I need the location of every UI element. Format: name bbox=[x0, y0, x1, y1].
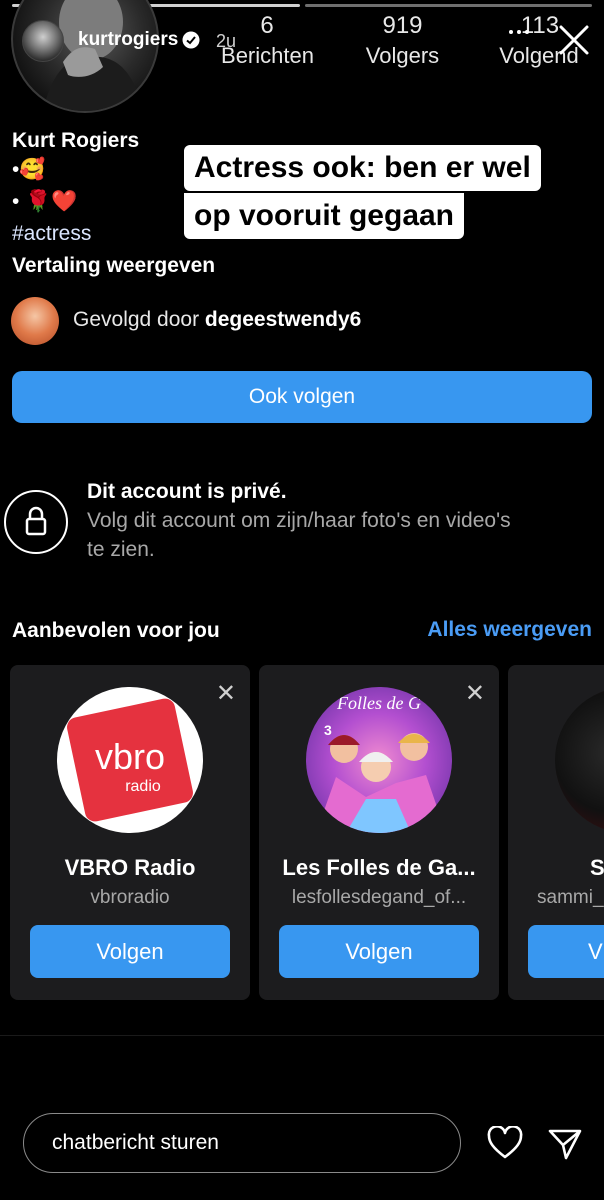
suggested-name[interactable]: VBRO Radio bbox=[10, 855, 250, 881]
suggested-username: sammi_ bbox=[537, 887, 604, 908]
followed-by-text[interactable]: Gevolgd door degeestwendy6 bbox=[73, 308, 361, 332]
private-lock-icon bbox=[4, 490, 68, 554]
chat-input-placeholder: chatbericht sturen bbox=[52, 1131, 219, 1154]
bio-line-2: • 🌹❤️ bbox=[12, 190, 78, 213]
bio-hashtag[interactable]: #actress bbox=[12, 222, 91, 246]
suggested-avatar[interactable]: Folles de G 3 bbox=[306, 687, 452, 833]
les-folles-poster-image: Folles de G 3 bbox=[316, 693, 446, 833]
chat-message-input[interactable]: chatbericht sturen bbox=[23, 1113, 461, 1173]
follow-button[interactable]: Volgen bbox=[30, 925, 230, 978]
see-all-link[interactable]: Alles weergeven bbox=[427, 618, 592, 642]
follower-avatar[interactable] bbox=[11, 297, 59, 345]
story-username[interactable]: kurtrogiers bbox=[78, 29, 200, 51]
stat-posts-count: 6 bbox=[260, 12, 274, 39]
vbro-logo-icon: vbro radio bbox=[67, 698, 193, 822]
poster-badge-text: 3 bbox=[324, 722, 332, 738]
story-progress-bar bbox=[305, 4, 592, 7]
send-message-icon[interactable] bbox=[548, 1128, 582, 1160]
private-description-line-2: te zien. bbox=[87, 538, 155, 561]
follow-button-label: V bbox=[588, 938, 603, 964]
like-heart-icon[interactable] bbox=[487, 1125, 523, 1160]
stat-followers-count[interactable]: 919 bbox=[360, 12, 445, 40]
bio-line-1: •🥰 bbox=[12, 158, 46, 181]
followed-by-username[interactable]: degeestwendy6 bbox=[205, 308, 361, 331]
verified-badge-icon bbox=[182, 31, 200, 49]
dismiss-icon[interactable]: ✕ bbox=[216, 679, 236, 708]
private-description-line-1: Volg dit account om zijn/haar foto's en … bbox=[87, 509, 511, 532]
follow-button[interactable]: V bbox=[528, 925, 604, 978]
vbro-logo-text: vbro bbox=[95, 736, 165, 777]
stat-posts-label: Berichten bbox=[221, 43, 314, 68]
stat-followers-label[interactable]: Volgers bbox=[352, 43, 453, 69]
dismiss-icon[interactable]: ✕ bbox=[465, 679, 485, 708]
translate-link[interactable]: Vertaling weergeven bbox=[12, 254, 215, 278]
suggested-card[interactable]: S sammi_ V bbox=[508, 665, 604, 1000]
suggested-name[interactable]: Les Folles de Ga... bbox=[259, 855, 499, 881]
followed-by-prefix: Gevolgd door bbox=[73, 308, 205, 331]
more-options-icon[interactable] bbox=[507, 24, 531, 34]
story-text-sticker-line-2: op vooruit gegaan bbox=[184, 193, 465, 239]
follow-button[interactable]: Volgen bbox=[279, 925, 479, 978]
close-icon[interactable] bbox=[556, 22, 592, 58]
private-title: Dit account is privé. bbox=[87, 480, 287, 503]
suggested-username: vbroradio bbox=[90, 887, 170, 908]
suggested-card[interactable]: ✕ Folles de G 3 Les Folles de Ga... lesf… bbox=[259, 665, 499, 1000]
suggested-header: Aanbevolen voor jou bbox=[12, 619, 220, 642]
story-username-text: kurtrogiers bbox=[78, 29, 179, 50]
suggested-name[interactable]: S bbox=[590, 855, 604, 881]
suggested-username: lesfollesdegand_of... bbox=[291, 887, 467, 908]
suggested-avatar[interactable]: vbro radio bbox=[57, 687, 203, 833]
story-user-avatar[interactable] bbox=[22, 20, 64, 62]
follow-back-button[interactable]: Ook volgen bbox=[12, 371, 592, 423]
profile-name: Kurt Rogiers bbox=[12, 129, 140, 152]
poster-title-text: Folles de G bbox=[336, 693, 421, 713]
suggested-avatar[interactable] bbox=[555, 687, 604, 833]
vbro-logo-subtext: radio bbox=[125, 778, 161, 795]
suggested-card[interactable]: ✕ vbro radio VBRO Radio vbroradio Volgen bbox=[10, 665, 250, 1000]
bottom-divider bbox=[0, 1035, 604, 1036]
story-text-sticker-line-1: Actress ook: ben er wel bbox=[184, 145, 541, 191]
